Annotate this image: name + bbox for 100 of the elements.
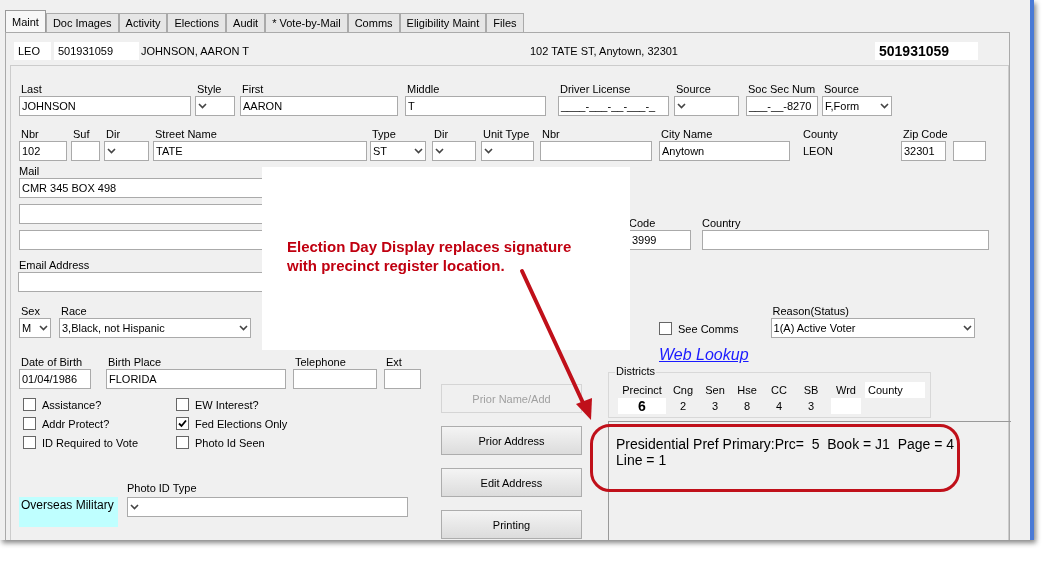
text-field[interactable]: JOHNSON [19, 96, 191, 116]
field-label: Email Address [19, 258, 90, 272]
chevron-down-icon [239, 325, 248, 331]
district-label: Sen [705, 383, 725, 398]
voter-address: 102 TATE ST, Anytown, 32301 [530, 45, 679, 57]
field-label: Dir [106, 127, 121, 141]
field-label: Type [372, 127, 396, 141]
button[interactable]: Printing [441, 510, 582, 539]
checkbox-label: Photo Id Seen [195, 436, 265, 449]
chevron-down-icon [484, 148, 493, 154]
dropdown[interactable] [104, 141, 149, 161]
field-label: Dir [434, 127, 449, 141]
field-label: Last [21, 82, 42, 96]
button[interactable]: Prior Address [441, 426, 582, 455]
district-label: County [865, 382, 925, 398]
text-field[interactable] [293, 369, 377, 389]
checkbox-label: Addr Protect? [42, 417, 110, 430]
register-location-text: Presidential Pref Primary:Prc= 5 Book = J1 Page = 4 Line = 1 [608, 421, 1011, 540]
checkbox[interactable] [176, 417, 189, 430]
text-field[interactable]: AARON [240, 96, 398, 116]
tab[interactable]: Maint [5, 10, 46, 32]
dropdown[interactable] [481, 141, 534, 161]
dropdown[interactable]: M [19, 318, 51, 338]
district-label: Wrd [836, 383, 856, 398]
district-value: 8 [743, 399, 751, 414]
tab[interactable]: Audit [226, 13, 266, 32]
field-label: Zip Code [903, 127, 948, 141]
text-field[interactable]: 32301 [901, 141, 946, 161]
tab[interactable]: Eligibility Maint [399, 13, 487, 32]
checkbox[interactable] [659, 322, 672, 335]
dropdown[interactable]: 1(A) Active Voter [770, 318, 975, 338]
voter-id: 501931059 [54, 42, 139, 60]
checkbox[interactable] [176, 398, 189, 411]
district-value: 2 [679, 399, 687, 414]
text-field[interactable] [19, 230, 263, 250]
checkbox[interactable] [23, 436, 36, 449]
dropdown[interactable] [674, 96, 739, 116]
field-label: Source [676, 82, 711, 96]
text-field[interactable] [953, 141, 986, 161]
text-field[interactable]: Anytown [659, 141, 790, 161]
field-label: Ext [386, 355, 402, 369]
checkbox[interactable] [23, 417, 36, 430]
field-label: Code [629, 216, 656, 230]
dropdown[interactable]: ST [370, 141, 426, 161]
field-label: Source [824, 82, 859, 96]
checkbox-label: ID Required to Vote [42, 436, 138, 449]
dropdown[interactable] [432, 141, 476, 161]
text-field[interactable]: 102 [19, 141, 67, 161]
chevron-down-icon [130, 504, 139, 510]
field-label: Photo ID Type [127, 481, 197, 495]
field-label: Soc Sec Num [748, 82, 816, 96]
text-field[interactable]: ____-___-__-___-_ [558, 96, 669, 116]
tab[interactable]: Activity [118, 13, 168, 32]
checkbox-label: Fed Elections Only [195, 417, 288, 430]
checkbox[interactable] [23, 398, 36, 411]
group-title: Districts [615, 365, 657, 377]
text-field[interactable] [71, 141, 100, 161]
text-field[interactable]: 01/04/1986 [19, 369, 91, 389]
tab[interactable]: Elections [167, 13, 227, 32]
field-label: Middle [407, 82, 440, 96]
text-field[interactable]: T [405, 96, 546, 116]
field-label: First [242, 82, 264, 96]
dropdown[interactable]: F,Form [822, 96, 892, 116]
field-label: Race [61, 304, 87, 318]
field-label: Telephone [295, 355, 346, 369]
field-label: Mail [19, 164, 40, 178]
tab[interactable]: Comms [347, 13, 400, 32]
field-label: Sex [21, 304, 40, 318]
chevron-down-icon [39, 325, 48, 331]
text-field[interactable]: TATE [153, 141, 367, 161]
text-field[interactable]: ___-__-8270 [746, 96, 818, 116]
tab[interactable]: Doc Images [45, 13, 119, 32]
tab[interactable]: Files [486, 13, 524, 32]
check-icon [178, 419, 187, 428]
field-label: Unit Type [483, 127, 530, 141]
text-field[interactable] [384, 369, 421, 389]
text-field[interactable]: FLORIDA [106, 369, 286, 389]
text-field[interactable] [19, 204, 263, 224]
text-field[interactable] [540, 141, 652, 161]
tab[interactable]: * Vote-by-Mail [265, 13, 348, 32]
field-label: City Name [661, 127, 713, 141]
text-field[interactable]: 3999 [629, 230, 691, 250]
district-label: SB [803, 383, 819, 398]
dropdown[interactable]: 3,Black, not Hispanic [59, 318, 251, 338]
dropdown[interactable] [195, 96, 235, 116]
field-label: Driver License [560, 82, 631, 96]
field-label: Country [702, 216, 741, 230]
text-field[interactable] [18, 272, 263, 292]
field-label: Reason(Status) [772, 304, 849, 318]
text-field[interactable]: CMR 345 BOX 498 [19, 178, 263, 198]
web-lookup-link[interactable]: Web Lookup [659, 346, 1011, 364]
district-value: 4 [775, 399, 783, 414]
dropdown[interactable] [127, 497, 408, 517]
district-label: CC [771, 383, 787, 398]
button[interactable]: Edit Address [441, 468, 582, 497]
district-label: Precinct [622, 383, 662, 398]
voter-id-large: 501931059 [875, 42, 978, 60]
checkbox[interactable] [176, 436, 189, 449]
text-field[interactable] [702, 230, 989, 250]
annotation-text: Election Day Display replaces signature with precinct register location. [287, 237, 572, 275]
